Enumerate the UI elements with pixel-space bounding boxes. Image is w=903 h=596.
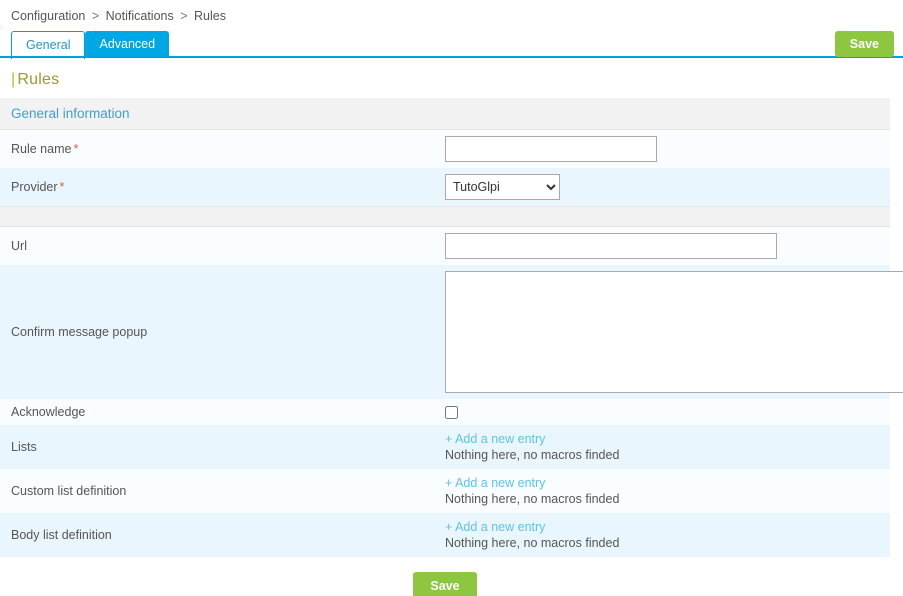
form-row-provider: Provider * TutoGlpi bbox=[0, 168, 890, 207]
confirm-message-popup-textarea[interactable] bbox=[445, 271, 903, 393]
label-confirm-message-popup-text: Confirm message popup bbox=[11, 325, 148, 339]
acknowledge-checkbox[interactable] bbox=[445, 406, 458, 420]
custom-list-definition-add-new-entry-link[interactable]: + Add a new entry bbox=[445, 475, 890, 491]
breadcrumb-separator: > bbox=[91, 9, 100, 23]
save-button-top[interactable]: Save bbox=[834, 31, 894, 57]
label-provider-text: Provider bbox=[11, 180, 58, 194]
label-provider: Provider * bbox=[0, 168, 445, 207]
rules-form-table: General information Rule name * Provider *… bbox=[0, 98, 903, 558]
form-row-body-list-definition: Body list definition + Add a new entry N… bbox=[0, 513, 890, 558]
required-marker: * bbox=[73, 142, 79, 156]
form-spacer-row bbox=[0, 206, 890, 227]
label-body-list-definition: Body list definition bbox=[0, 513, 445, 558]
custom-list-definition-empty-text: Nothing here, no macros finded bbox=[445, 492, 620, 507]
label-custom-list-definition-text: Custom list definition bbox=[11, 484, 127, 499]
form-row-rule-name: Rule name * bbox=[0, 129, 890, 168]
save-button-bottom[interactable]: Save bbox=[413, 572, 477, 596]
provider-select[interactable]: TutoGlpi bbox=[445, 174, 560, 200]
form-actions: Save bbox=[0, 557, 890, 596]
label-custom-list-definition: Custom list definition bbox=[0, 469, 445, 514]
tab-advanced[interactable]: Advanced bbox=[85, 31, 170, 58]
required-marker: * bbox=[59, 180, 65, 194]
section-header-row: General information bbox=[0, 98, 890, 130]
field-acknowledge bbox=[445, 399, 890, 426]
breadcrumb-item-rules[interactable]: Rules bbox=[194, 9, 226, 23]
label-acknowledge: Acknowledge bbox=[0, 399, 445, 426]
spacer-cell-left bbox=[0, 206, 445, 227]
label-url-text: Url bbox=[11, 239, 27, 253]
rule-name-input[interactable] bbox=[445, 136, 657, 162]
label-lists: Lists bbox=[0, 425, 445, 470]
lists-add-new-entry-link[interactable]: + Add a new entry bbox=[445, 431, 890, 447]
lists-empty-text: Nothing here, no macros finded bbox=[445, 448, 620, 463]
url-input[interactable] bbox=[445, 233, 777, 259]
body-list-definition-empty-text: Nothing here, no macros finded bbox=[445, 536, 620, 551]
form-row-confirm-message-popup: Confirm message popup bbox=[0, 265, 903, 399]
label-rule-name: Rule name * bbox=[0, 129, 445, 168]
form-row-custom-list-definition: Custom list definition + Add a new entry… bbox=[0, 469, 890, 514]
breadcrumb-separator: > bbox=[180, 9, 188, 23]
breadcrumb: Configuration > Notifications > Rules bbox=[0, 0, 903, 28]
field-lists: + Add a new entry Nothing here, no macro… bbox=[445, 425, 890, 470]
field-body-list-definition: + Add a new entry Nothing here, no macro… bbox=[445, 513, 890, 558]
field-confirm-message-popup bbox=[445, 265, 903, 399]
tab-underline bbox=[0, 56, 903, 58]
page-title-text: Rules bbox=[17, 71, 60, 88]
form-row-acknowledge: Acknowledge bbox=[0, 399, 890, 426]
spacer-cell-right bbox=[445, 206, 890, 227]
form-row-url: Url bbox=[0, 226, 890, 265]
breadcrumb-item-notifications[interactable]: Notifications bbox=[106, 9, 174, 23]
label-lists-text: Lists bbox=[11, 440, 37, 455]
field-custom-list-definition: + Add a new entry Nothing here, no macro… bbox=[445, 469, 890, 514]
tab-bar: General Advanced bbox=[0, 31, 903, 59]
label-acknowledge-text: Acknowledge bbox=[11, 405, 86, 420]
title-accent-bar: | bbox=[11, 71, 16, 88]
page-title: | Rules bbox=[0, 58, 903, 98]
field-url bbox=[445, 226, 890, 265]
label-body-list-definition-text: Body list definition bbox=[11, 528, 112, 543]
breadcrumb-item-configuration[interactable]: Configuration bbox=[11, 9, 85, 23]
field-provider: TutoGlpi bbox=[445, 168, 890, 207]
field-rule-name bbox=[445, 129, 890, 168]
form-row-lists: Lists + Add a new entry Nothing here, no… bbox=[0, 425, 890, 470]
label-rule-name-text: Rule name bbox=[11, 142, 72, 156]
label-url: Url bbox=[0, 226, 445, 265]
tab-general[interactable]: General bbox=[11, 31, 86, 59]
body-list-definition-add-new-entry-link[interactable]: + Add a new entry bbox=[445, 519, 890, 535]
section-header-general-information: General information bbox=[0, 98, 890, 130]
label-confirm-message-popup: Confirm message popup bbox=[0, 265, 445, 399]
